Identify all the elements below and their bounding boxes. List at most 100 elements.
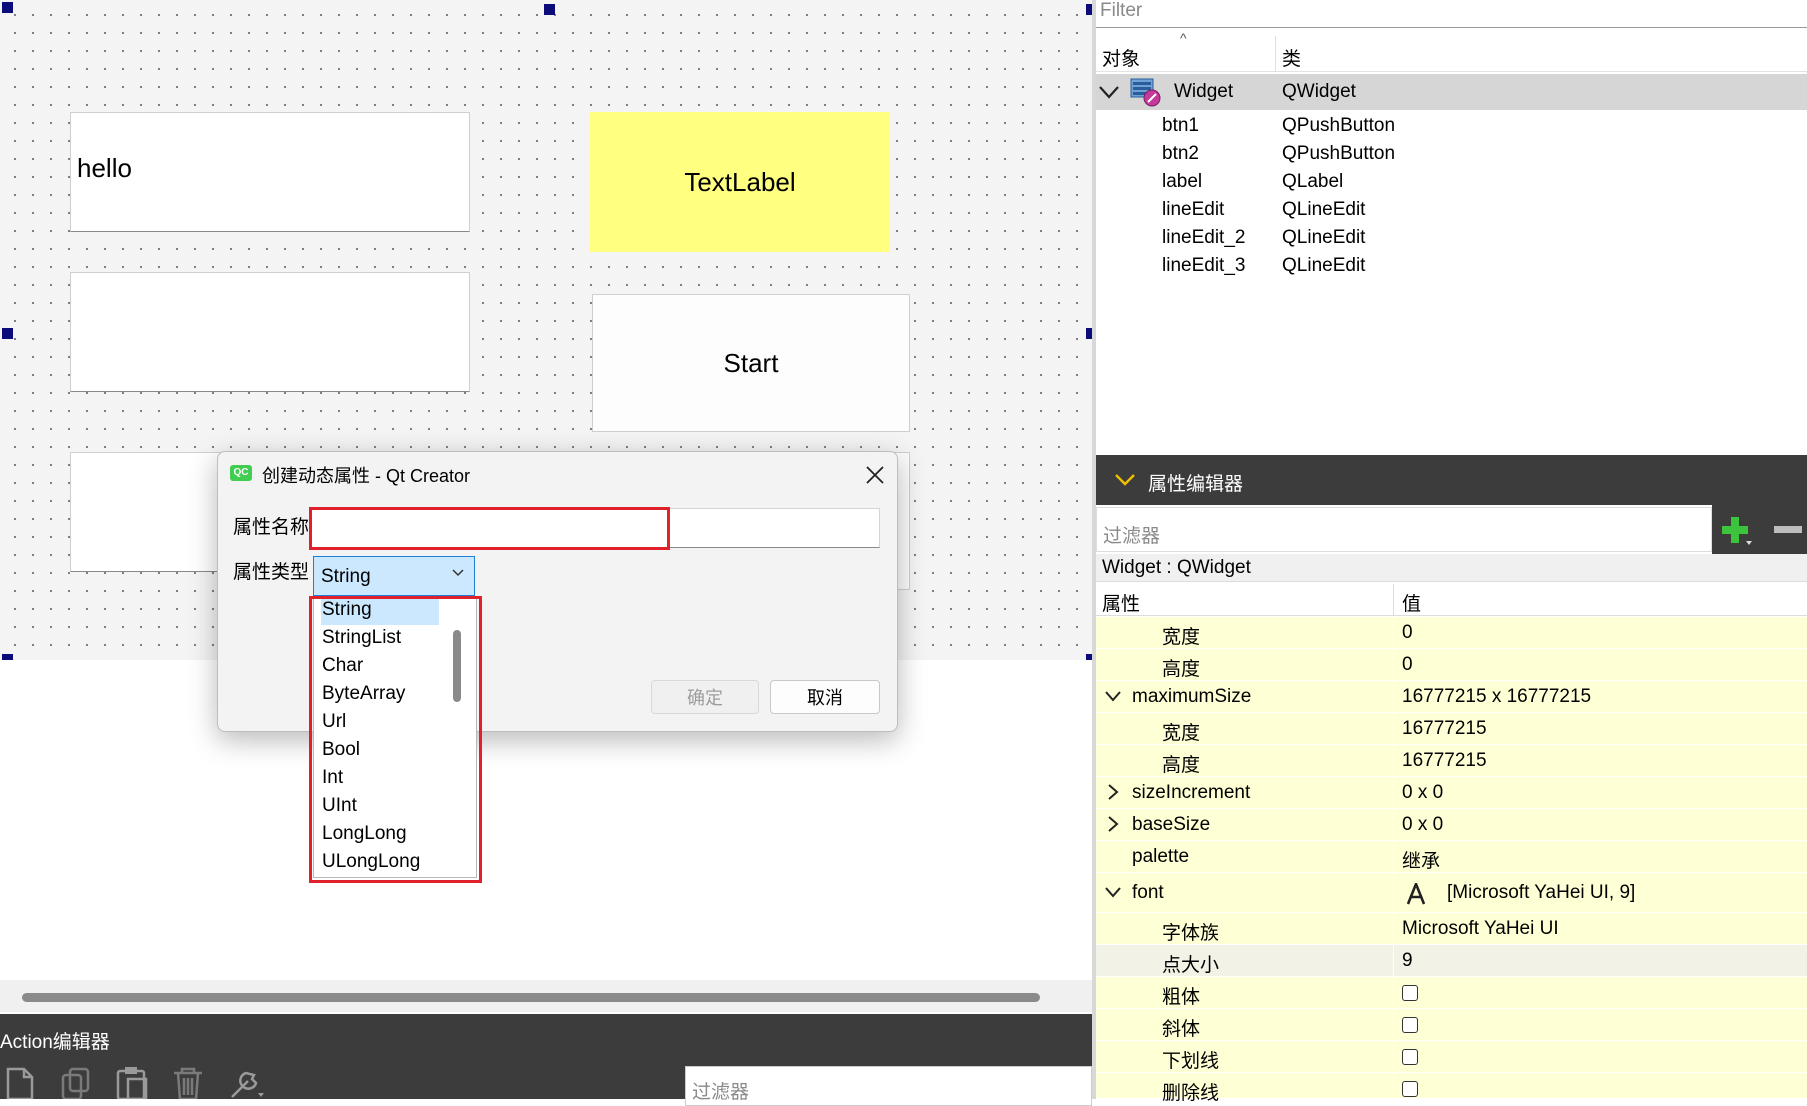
property-name: palette <box>1132 846 1190 867</box>
ok-button[interactable]: 确定 <box>651 680 759 714</box>
property-editor-title: 属性编辑器 <box>1148 474 1244 495</box>
object-filter-underline <box>1096 27 1807 28</box>
text-label[interactable]: TextLabel <box>590 112 890 252</box>
property-name: 点大小 <box>1162 955 1220 976</box>
chevron-down-icon[interactable] <box>1104 883 1122 901</box>
remove-property-icon[interactable] <box>1774 525 1802 535</box>
column-property[interactable]: 属性 <box>1102 589 1140 616</box>
copy-action-icon[interactable] <box>58 1065 94 1101</box>
horizontal-scrollbar-thumb[interactable] <box>22 993 1040 1002</box>
column-object[interactable]: 对象 <box>1102 44 1140 71</box>
property-row-base-size[interactable]: baseSize 0 x 0 <box>1096 809 1807 841</box>
resize-handle-left[interactable] <box>2 328 13 339</box>
annotation-highlight-type-list <box>309 596 482 883</box>
property-row-italic[interactable]: 斜体 <box>1096 1009 1807 1041</box>
column-value[interactable]: 值 <box>1402 589 1421 616</box>
property-row-maximum-size[interactable]: maximumSize 16777215 x 16777215 <box>1096 681 1807 713</box>
tree-row-lineedit[interactable]: lineEdit QLineEdit <box>1096 196 1807 224</box>
property-row-point-size[interactable]: 点大小 9 <box>1096 945 1807 977</box>
property-value[interactable]: [Microsoft YaHei UI, 9] <box>1447 882 1635 904</box>
sort-up-icon: ^ <box>1180 30 1187 46</box>
tree-item-class: QWidget <box>1282 81 1356 102</box>
property-name: baseSize <box>1132 814 1211 835</box>
text-label-text: TextLabel <box>684 166 796 197</box>
property-filter-input[interactable]: 过滤器 <box>1096 507 1712 552</box>
annotation-highlight-name-input <box>309 507 670 550</box>
property-value[interactable]: 16777215 <box>1402 718 1487 740</box>
underline-checkbox[interactable] <box>1402 1049 1418 1065</box>
property-name: 粗体 <box>1162 987 1201 1008</box>
property-value[interactable]: 继承 <box>1402 846 1440 873</box>
tree-row-btn1[interactable]: btn1 QPushButton <box>1096 112 1807 140</box>
start-button[interactable]: Start <box>592 294 910 432</box>
action-editor-title: Action编辑器 <box>0 1032 110 1053</box>
tree-row-lineedit-3[interactable]: lineEdit_3 QLineEdit <box>1096 252 1807 280</box>
property-row-min-width[interactable]: 宽度 0 <box>1096 617 1807 649</box>
delete-action-icon[interactable] <box>170 1065 206 1101</box>
tree-row-lineedit-2[interactable]: lineEdit_2 QLineEdit <box>1096 224 1807 252</box>
tree-row-btn2[interactable]: btn2 QPushButton <box>1096 140 1807 168</box>
property-name: 宽度 <box>1162 627 1201 648</box>
tree-item-name: btn1 <box>1162 115 1199 136</box>
add-property-icon[interactable] <box>1720 515 1754 547</box>
cancel-button[interactable]: 取消 <box>770 680 880 714</box>
property-value[interactable]: 0 x 0 <box>1402 814 1443 836</box>
line-edit-1[interactable]: hello <box>70 112 470 232</box>
chevron-right-icon[interactable] <box>1104 815 1122 833</box>
tree-item-name: btn2 <box>1162 143 1199 164</box>
property-row-min-height[interactable]: 高度 0 <box>1096 649 1807 681</box>
action-filter-input[interactable]: 过滤器 <box>685 1066 1092 1106</box>
column-separator[interactable] <box>1393 584 1394 616</box>
property-name: maximumSize <box>1132 686 1252 707</box>
new-action-icon[interactable] <box>2 1065 38 1101</box>
property-value[interactable]: 16777215 <box>1402 750 1487 772</box>
chevron-down-icon[interactable] <box>1104 687 1122 705</box>
property-value[interactable]: 9 <box>1402 950 1413 972</box>
bold-checkbox[interactable] <box>1402 985 1418 1001</box>
object-filter-input[interactable]: Filter <box>1100 0 1142 22</box>
resize-handle-top-left[interactable] <box>2 2 13 13</box>
line-edit-2[interactable] <box>70 272 470 392</box>
property-name: font <box>1132 882 1164 903</box>
resize-handle-top[interactable] <box>544 4 555 15</box>
property-value[interactable]: 0 x 0 <box>1402 782 1443 804</box>
tree-item-name: Widget <box>1174 81 1234 102</box>
property-row-underline[interactable]: 下划线 <box>1096 1041 1807 1073</box>
chevron-right-icon[interactable] <box>1104 783 1122 801</box>
property-editor-titlebar: 属性编辑器 <box>1096 455 1807 505</box>
property-value[interactable]: 0 <box>1402 622 1413 644</box>
paste-action-icon[interactable] <box>114 1065 150 1101</box>
column-separator[interactable] <box>1275 36 1276 72</box>
property-row-palette[interactable]: palette 继承 <box>1096 841 1807 873</box>
property-value[interactable]: Microsoft YaHei UI <box>1402 918 1559 940</box>
font-icon <box>1406 883 1426 905</box>
tree-item-class: QLineEdit <box>1282 227 1366 248</box>
property-row-bold[interactable]: 粗体 <box>1096 977 1807 1009</box>
column-class[interactable]: 类 <box>1282 44 1301 71</box>
collapse-chevron-icon[interactable] <box>1114 473 1136 487</box>
property-value[interactable]: 16777215 x 16777215 <box>1402 686 1591 708</box>
tree-item-name: lineEdit_2 <box>1162 227 1246 248</box>
property-name: 高度 <box>1162 755 1201 776</box>
property-name: sizeIncrement <box>1132 782 1251 803</box>
property-row-max-height[interactable]: 高度 16777215 <box>1096 745 1807 777</box>
dialog-close-button[interactable] <box>860 460 890 490</box>
property-row-max-width[interactable]: 宽度 16777215 <box>1096 713 1807 745</box>
italic-checkbox[interactable] <box>1402 1017 1418 1033</box>
property-row-font-family[interactable]: 字体族 Microsoft YaHei UI <box>1096 913 1807 945</box>
tree-item-class: QLineEdit <box>1282 199 1366 220</box>
property-row-size-increment[interactable]: sizeIncrement 0 x 0 <box>1096 777 1807 809</box>
start-button-label: Start <box>723 347 779 378</box>
property-name: 字体族 <box>1162 923 1220 944</box>
property-value[interactable]: 0 <box>1402 654 1413 676</box>
chevron-down-icon[interactable] <box>451 566 465 580</box>
strikeout-checkbox[interactable] <box>1402 1081 1418 1097</box>
configure-action-icon[interactable] <box>228 1065 264 1099</box>
object-tree-header <box>1096 36 1807 72</box>
property-row-strikeout[interactable]: 删除线 <box>1096 1073 1807 1104</box>
tree-item-name: label <box>1162 171 1203 192</box>
property-row-font[interactable]: font [Microsoft YaHei UI, 9] <box>1096 873 1807 913</box>
property-name: 高度 <box>1162 659 1201 680</box>
tree-row-label[interactable]: label QLabel <box>1096 168 1807 196</box>
tree-item-root: Widget QWidget <box>1096 78 1807 106</box>
